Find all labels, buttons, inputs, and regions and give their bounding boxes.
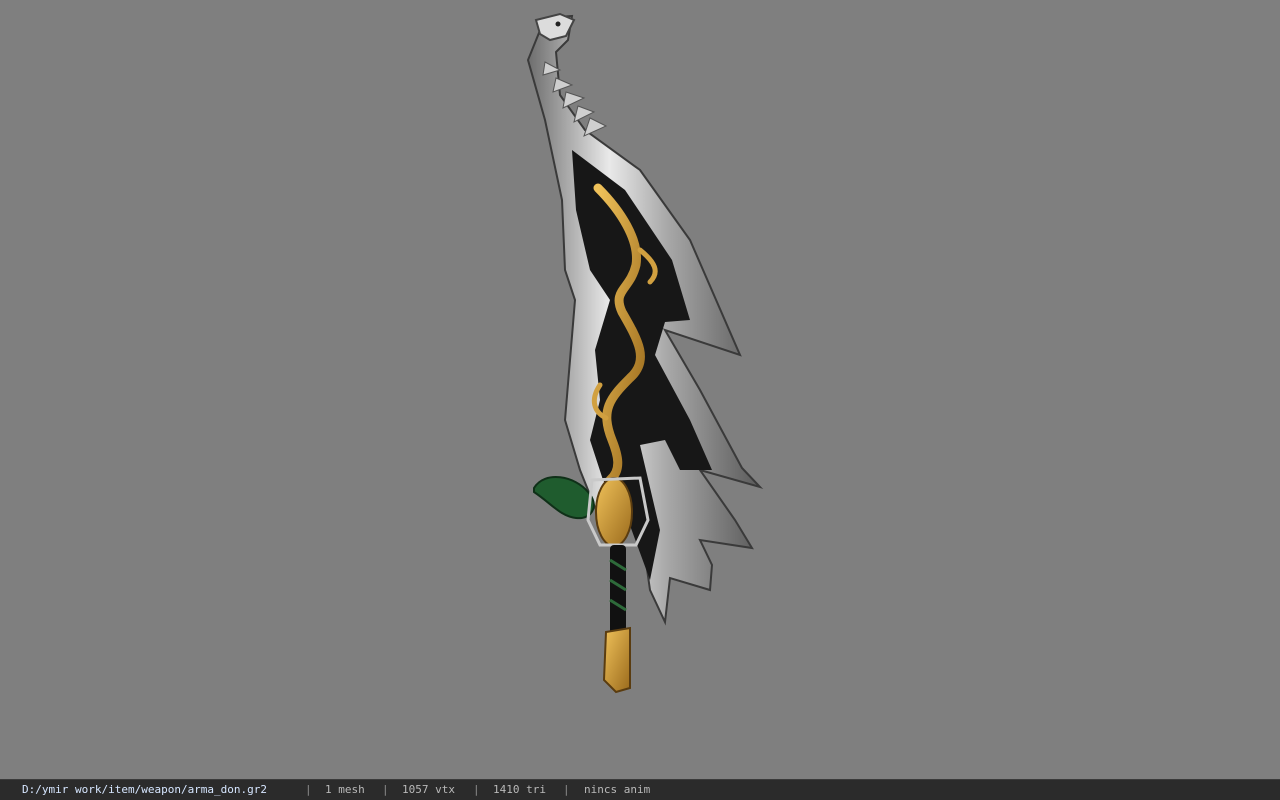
separator: | — [305, 783, 312, 796]
separator: | — [382, 783, 389, 796]
triangle-count: 1410 tri — [493, 783, 546, 796]
vertex-count: 1057 vtx — [402, 783, 455, 796]
3d-viewport[interactable] — [0, 0, 1280, 779]
animation-status: nincs anim — [584, 783, 651, 796]
mesh-count: 1 mesh — [325, 783, 365, 796]
sword-model-icon — [526, 12, 764, 694]
separator: | — [473, 783, 480, 796]
status-bar: D:/ymir work/item/weapon/arma_don.gr2 | … — [0, 779, 1280, 800]
file-path: D:/ymir work/item/weapon/arma_don.gr2 — [22, 783, 268, 796]
separator: | — [563, 783, 570, 796]
